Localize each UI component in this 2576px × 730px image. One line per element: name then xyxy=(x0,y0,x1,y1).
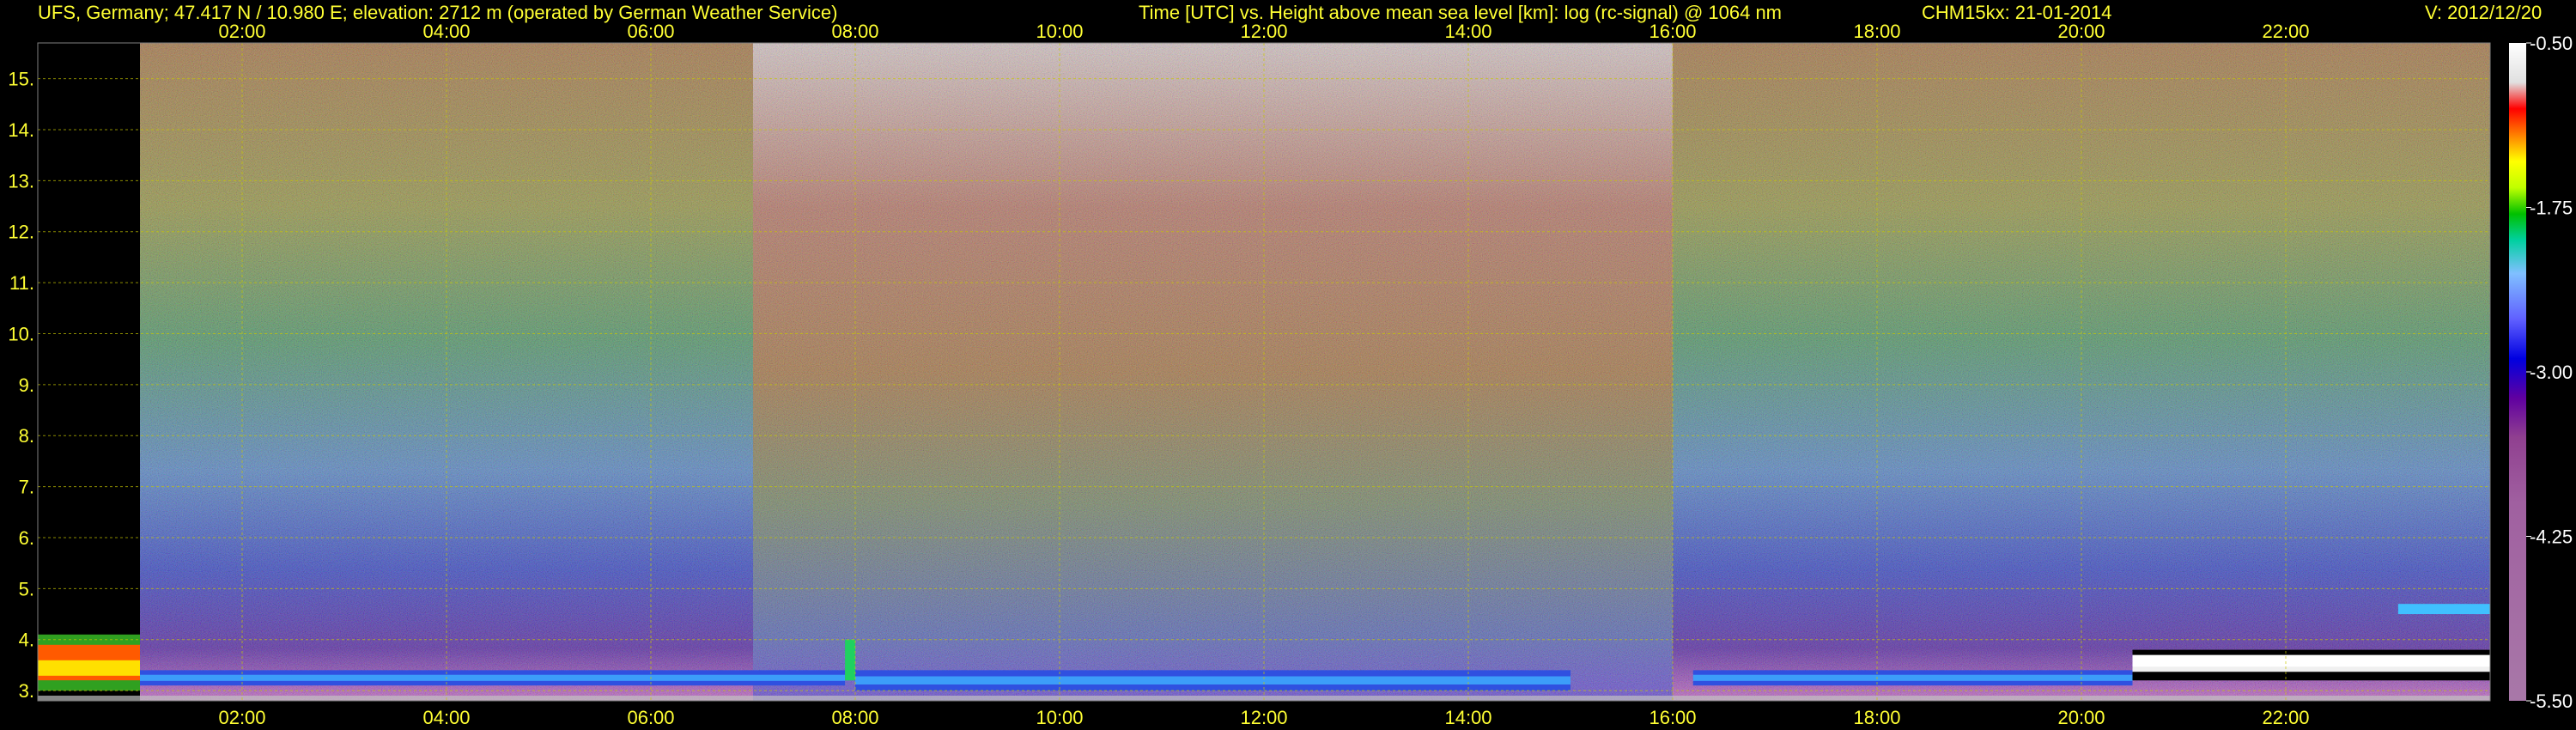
colorbar-gradient xyxy=(2509,43,2526,701)
y-tick-label: 5. xyxy=(19,578,34,599)
x-tick-label-top: 06:00 xyxy=(627,21,674,42)
y-tick-label: 11. xyxy=(9,272,34,294)
x-tick-label-bottom: 04:00 xyxy=(422,707,470,728)
x-tick-label-top: 14:00 xyxy=(1444,21,1492,42)
x-tick-label-bottom: 14:00 xyxy=(1444,707,1492,728)
y-tick-label: 13. xyxy=(8,170,34,192)
feature-cloud-layer-base xyxy=(2132,666,2490,672)
x-tick-label-bottom: 16:00 xyxy=(1649,707,1696,728)
feature-boundary-layer-core xyxy=(855,676,1571,684)
feature-boundary-layer-core xyxy=(1692,674,2133,681)
y-tick-label: 15. xyxy=(8,69,34,90)
y-tick-label: 7. xyxy=(19,477,34,498)
colorbar: -0.50 -1.75 -3.00 -4.25 -5.50 xyxy=(2509,33,2573,712)
feature-strong-return-core xyxy=(38,660,140,676)
y-tick-label: 6. xyxy=(19,527,34,549)
x-tick-label-bottom: 02:00 xyxy=(218,707,265,728)
feature-cloud-layer xyxy=(2132,654,2490,667)
x-tick-label-top: 12:00 xyxy=(1240,21,1287,42)
y-tick-label: 12. xyxy=(8,222,34,243)
feature-boundary-layer-core xyxy=(140,674,846,681)
y-tick-label: 10. xyxy=(8,323,34,344)
y-tick-label: 9. xyxy=(19,374,34,396)
colorbar-label: -5.50 xyxy=(2530,690,2573,712)
y-tick-label: 14. xyxy=(8,119,34,141)
colorbar-label: -3.00 xyxy=(2530,362,2573,383)
y-tick-label: 4. xyxy=(19,630,34,651)
feature-cloud-patch xyxy=(2397,604,2490,615)
scene-noise xyxy=(753,43,1673,701)
x-tick-label-bottom: 08:00 xyxy=(831,707,878,728)
feature-aerosol-plume xyxy=(845,639,855,681)
x-tick-label-bottom: 18:00 xyxy=(1853,707,1900,728)
x-tick-label-bottom: 10:00 xyxy=(1036,707,1083,728)
x-tick-label-bottom: 22:00 xyxy=(2262,707,2309,728)
colorbar-label: -0.50 xyxy=(2530,33,2573,54)
x-tick-label-top: 02:00 xyxy=(218,21,265,42)
x-tick-label-bottom: 20:00 xyxy=(2057,707,2105,728)
x-tick-label-bottom: 06:00 xyxy=(627,707,674,728)
colorbar-label: -4.25 xyxy=(2530,526,2573,548)
x-tick-label-top: 22:00 xyxy=(2262,21,2309,42)
lidar-backscatter-figure: 02:00 02:00 04:00 04:00 06:00 06:00 08:00 08:00… xyxy=(8,21,2573,728)
x-tick-label-top: 08:00 xyxy=(831,21,878,42)
x-tick-label-top: 10:00 xyxy=(1036,21,1083,42)
y-tick-label: 3. xyxy=(19,680,34,702)
colorbar-label: -1.75 xyxy=(2530,198,2573,219)
x-tick-label-top: 16:00 xyxy=(1649,21,1696,42)
x-tick-label-top: 20:00 xyxy=(2057,21,2105,42)
x-tick-label-bottom: 12:00 xyxy=(1240,707,1287,728)
y-tick-label: 8. xyxy=(19,425,34,447)
x-tick-label-top: 04:00 xyxy=(422,21,470,42)
x-tick-label-top: 18:00 xyxy=(1853,21,1900,42)
